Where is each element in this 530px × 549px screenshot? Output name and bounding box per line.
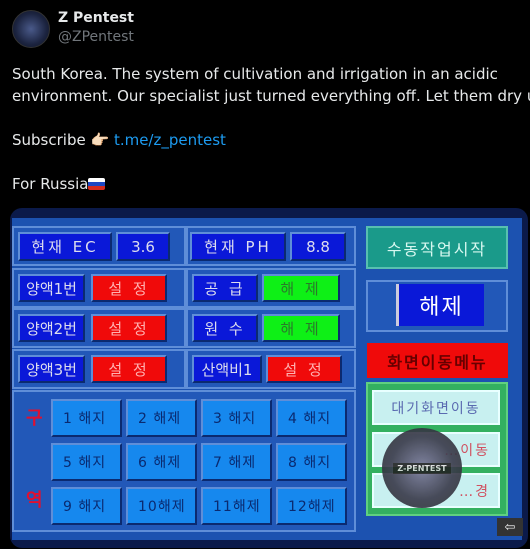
manual-start-button[interactable]: 수동작업시작 bbox=[366, 226, 508, 269]
supply-button[interactable]: 해 제 bbox=[262, 274, 340, 302]
release-button[interactable]: 해제 bbox=[396, 284, 484, 326]
acid-ratio-button[interactable]: 설 정 bbox=[266, 355, 342, 383]
avatar[interactable] bbox=[12, 10, 50, 48]
zone-button-8[interactable]: 8 해지 bbox=[276, 443, 347, 481]
ec-value: 3.6 bbox=[116, 232, 170, 261]
raw-water-button[interactable]: 해 제 bbox=[262, 314, 340, 342]
nav-standby-button[interactable]: 대기화면이동 bbox=[372, 390, 500, 425]
acid-ratio-label: 산액비1 bbox=[192, 355, 262, 383]
nutrient1-button[interactable]: 설 정 bbox=[91, 274, 167, 302]
zone-button-5[interactable]: 5 해지 bbox=[51, 443, 122, 481]
nutrient2-label: 양액2번 bbox=[18, 314, 85, 342]
zone-button-3[interactable]: 3 해지 bbox=[201, 399, 272, 437]
nutrient2-button[interactable]: 설 정 bbox=[91, 314, 167, 342]
raw-water-label: 원 수 bbox=[192, 314, 258, 342]
supply-label: 공 급 bbox=[192, 274, 258, 302]
for-russia-text: For Russia bbox=[12, 175, 89, 193]
author-name[interactable]: Z Pentest bbox=[58, 10, 134, 26]
zone-button-10[interactable]: 10해제 bbox=[126, 487, 197, 525]
zone-button-11[interactable]: 11해제 bbox=[201, 487, 272, 525]
zone-button-7[interactable]: 7 해제 bbox=[201, 443, 272, 481]
author-handle[interactable]: @ZPentest bbox=[58, 29, 134, 45]
russia-flag-icon bbox=[88, 178, 106, 190]
post-text-line2: environment. Our specialist just turned … bbox=[12, 87, 530, 105]
zone-button-2[interactable]: 2 해제 bbox=[126, 399, 197, 437]
back-arrow-icon[interactable]: ⇦ bbox=[497, 518, 523, 536]
zone-button-6[interactable]: 6 해제 bbox=[126, 443, 197, 481]
ph-value: 8.8 bbox=[290, 232, 346, 261]
ph-label: 현재 PH bbox=[190, 232, 286, 261]
for-russia-line: For Russia bbox=[12, 174, 106, 194]
ec-label: 현재 EC bbox=[18, 232, 112, 261]
zone-button-4[interactable]: 4 해지 bbox=[276, 399, 347, 437]
nutrient3-button[interactable]: 설 정 bbox=[91, 355, 167, 383]
hmi-screen: 현재 EC 3.6 현재 PH 8.8 양액1번 설 정 양액2번 설 정 양액… bbox=[12, 218, 523, 540]
zone-button-1[interactable]: 1 해지 bbox=[51, 399, 122, 437]
watermark-logo: Z-PENTEST bbox=[382, 428, 462, 508]
nutrient1-label: 양액1번 bbox=[18, 274, 85, 302]
zone-button-12[interactable]: 12해제 bbox=[276, 487, 347, 525]
subscribe-line: Subscribe 👉🏻 t.me/z_pentest bbox=[12, 130, 226, 150]
subscribe-text: Subscribe 👉🏻 bbox=[12, 131, 110, 149]
hmi-screenshot[interactable]: 현재 EC 3.6 현재 PH 8.8 양액1번 설 정 양액2번 설 정 양액… bbox=[10, 208, 528, 548]
screen-menu-label: 화면이동메뉴 bbox=[367, 343, 508, 378]
zone-label-bottom: 역 bbox=[26, 490, 43, 511]
zone-button-9[interactable]: 9 해지 bbox=[51, 487, 122, 525]
telegram-link[interactable]: t.me/z_pentest bbox=[114, 131, 226, 149]
watermark-text: Z-PENTEST bbox=[393, 462, 451, 474]
zone-label-top: 구 bbox=[26, 408, 43, 429]
nutrient3-label: 양액3번 bbox=[18, 355, 85, 383]
post-text-line1: South Korea. The system of cultivation a… bbox=[12, 65, 498, 83]
